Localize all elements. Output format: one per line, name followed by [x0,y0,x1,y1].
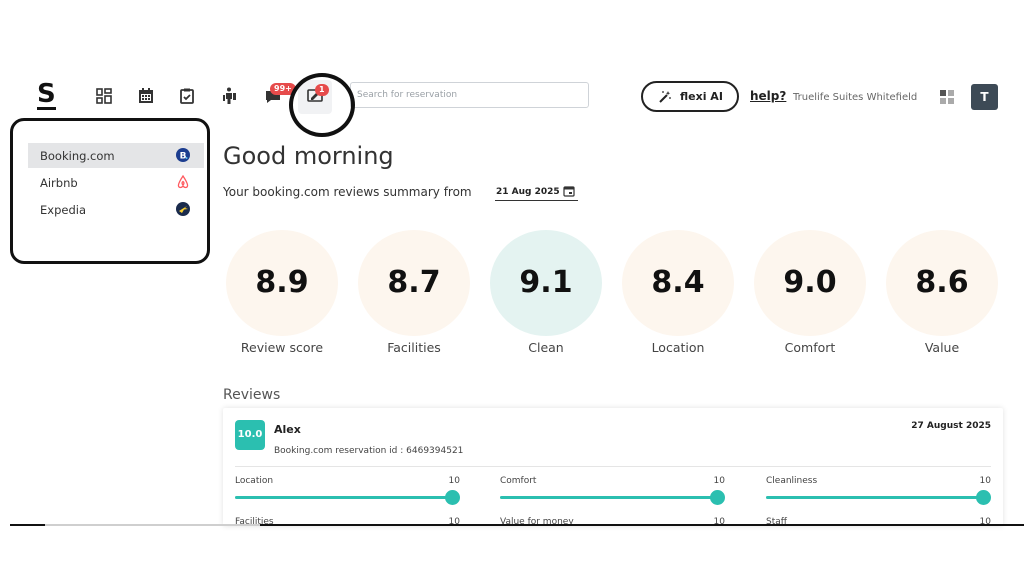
category-comfort: Comfort 10 [500,476,725,506]
category-bar-fill [235,496,453,499]
reservation-id: Booking.com reservation id : 6469394521 [274,446,464,456]
date-value: 21 Aug 2025 [496,187,560,197]
svg-text:B: B [180,152,187,162]
magic-wand-icon [658,90,672,104]
flexi-ai-label: flexi AI [680,90,723,103]
category-label: Location [235,476,274,486]
review-date: 27 August 2025 [911,421,991,431]
channel-label: Airbnb [40,176,78,190]
airbnb-icon [176,174,190,189]
score-comfort: 9.0 Comfort [754,230,866,355]
score-value: 8.9 [226,230,338,336]
category-label: Cleanliness [766,476,818,486]
category-bar-knob [976,490,991,505]
channel-booking[interactable]: Booking.com B [28,143,204,168]
score-label: Clean [528,340,564,355]
reviews-heading: Reviews [223,387,281,403]
score-label: Comfort [784,340,836,355]
score-value: 8.7 [358,230,470,336]
category-cleanliness: Cleanliness 10 [766,476,991,506]
score-label: Review score [240,340,324,355]
category-value: 10 [448,476,460,486]
calendar-icon[interactable] [136,86,156,106]
top-bar: S 99+ 1 Search for reservation flexi AI … [0,74,1024,120]
score-label: Facilities [387,340,441,355]
divider [235,466,991,467]
score-facilities: 8.7 Facilities [358,230,470,355]
user-avatar[interactable]: T [971,84,998,110]
category-value: 10 [979,476,991,486]
score-review: 8.9 Review score [226,230,338,355]
date-picker[interactable]: 21 Aug 2025 [495,183,578,201]
reviewer-name: Alex [274,423,301,436]
channel-airbnb[interactable]: Airbnb [28,170,204,195]
category-bar-fill [766,496,984,499]
category-bar [235,490,460,505]
dashboard-icon[interactable] [94,86,114,106]
search-input[interactable]: Search for reservation [350,82,589,108]
category-label: Comfort [500,476,537,486]
staff-icon[interactable] [220,86,240,106]
category-bar [500,490,725,505]
calendar-icon [563,185,575,197]
score-label: Value [924,340,960,355]
score-clean: 9.1 Clean [490,230,602,355]
category-bar-knob [445,490,460,505]
help-link[interactable]: help? [750,89,786,103]
score-value: 8.4 [622,230,734,336]
channel-label: Expedia [40,203,86,217]
property-name: Truelife Suites Whitefield [793,92,918,103]
category-location: Location 10 [235,476,460,506]
horizontal-scrollbar[interactable] [45,524,260,526]
apps-grid-icon[interactable] [940,90,954,104]
channel-expedia[interactable]: Expedia [28,197,204,222]
category-bar-knob [710,490,725,505]
review-score-badge: 10.0 [235,420,265,450]
score-value-for-money: 8.6 Value [886,230,998,355]
clipboard-check-icon[interactable] [177,86,197,106]
score-value: 9.0 [754,230,866,336]
category-bar [766,490,991,505]
category-value: 10 [713,476,725,486]
score-location: 8.4 Location [622,230,734,355]
expedia-icon [176,202,190,216]
score-label: Location [651,340,705,355]
review-card[interactable]: 10.0 Alex Booking.com reservation id : 6… [223,408,1003,526]
page-title: Good morning [223,142,394,170]
app-logo[interactable]: S [37,81,56,110]
booking-icon: B [176,148,190,162]
category-bar-fill [500,496,718,499]
channel-label: Booking.com [40,149,115,163]
summary-text: Your booking.com reviews summary from [223,185,472,199]
flexi-ai-button[interactable]: flexi AI [641,81,739,112]
score-value: 8.6 [886,230,998,336]
score-value: 9.1 [490,230,602,336]
annotation-circle [289,73,355,137]
